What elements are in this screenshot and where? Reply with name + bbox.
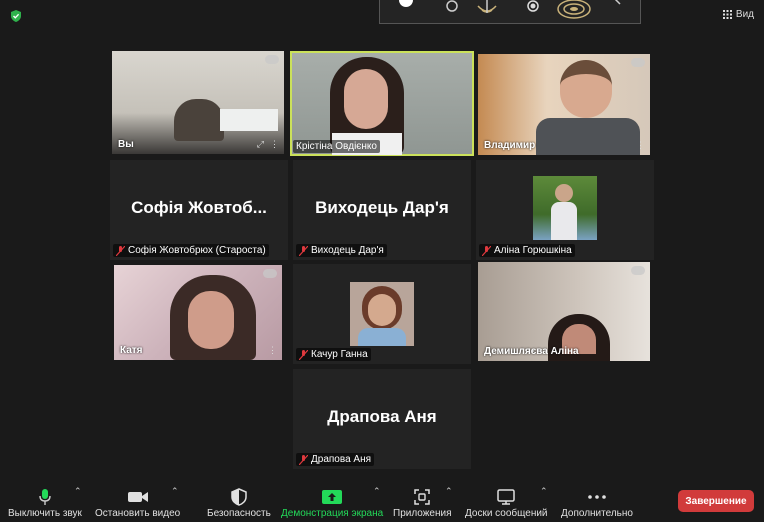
participant-name: Виходець Дар'я	[296, 244, 387, 257]
self-video-window	[220, 109, 278, 131]
participant-tile-katya[interactable]: Катя ⋮	[114, 265, 282, 360]
view-label: Вид	[735, 8, 754, 20]
security-shield-icon	[231, 488, 247, 506]
participant-name: Крістіна Овдієнко	[293, 140, 380, 153]
mic-muted-icon	[299, 245, 308, 256]
participant-tile-vyhodets[interactable]: Виходець Дар'я Виходець Дар'я	[293, 160, 471, 260]
participant-tile-drapova[interactable]: Драпова Аня Драпова Аня	[293, 369, 471, 469]
video-options-caret-icon[interactable]: ⌃	[171, 486, 179, 497]
more-dots-icon	[588, 495, 606, 499]
pin-icon[interactable]	[631, 266, 645, 275]
mic-muted-icon	[299, 349, 308, 360]
annotation-toolbar	[379, 0, 641, 24]
end-meeting-button[interactable]: Завершение	[678, 490, 754, 512]
encryption-shield-icon[interactable]	[9, 9, 23, 23]
self-video-person	[174, 99, 224, 141]
mic-muted-icon	[482, 245, 491, 256]
volodymyr-video-shirt	[536, 118, 640, 155]
whiteboard-label: Доски сообщений	[465, 508, 548, 519]
participant-name: Качур Ганна	[296, 348, 371, 361]
participant-tile-kachur[interactable]: Качур Ганна	[293, 264, 471, 364]
katya-video-face	[188, 291, 234, 349]
more-options-icon[interactable]: ⋮	[636, 140, 645, 151]
audio-options-caret-icon[interactable]: ⌃	[74, 486, 82, 497]
mute-button[interactable]: Выключить звук	[8, 486, 82, 519]
participant-name: Вы	[118, 139, 134, 150]
meeting-window: Вид Вы ⤢ ⋮ Крістіна Овдієнко Владимир ⋮ …	[0, 0, 764, 522]
pin-icon[interactable]	[631, 58, 645, 67]
stop-video-button[interactable]: Остановить видео	[95, 486, 180, 519]
share-screen-button[interactable]: Демонстрация экрана	[281, 486, 383, 519]
kristina-video-face	[344, 69, 388, 129]
whiteboard-icon	[497, 489, 516, 505]
participant-tile-volodymyr[interactable]: Владимир ⋮	[478, 54, 650, 155]
participant-tile-sofia[interactable]: Софія Жовтоб... Софія Жовтобрюх (Старост…	[110, 160, 288, 260]
alina-g-avatar	[533, 176, 597, 240]
video-camera-icon	[127, 492, 148, 502]
share-options-caret-icon[interactable]: ⌃	[373, 486, 381, 497]
participant-display-name: Виходець Дар'я	[315, 198, 449, 217]
mic-muted-icon	[299, 454, 308, 465]
signal-icon[interactable]	[474, 0, 500, 20]
kachur-avatar	[350, 282, 414, 346]
video-label: Остановить видео	[95, 508, 181, 519]
record-icon[interactable]	[525, 0, 541, 14]
spotlight-icon[interactable]	[444, 0, 460, 14]
view-toggle-button[interactable]: Вид	[722, 6, 754, 22]
meeting-toolbar: Выключить звук ⌃ Остановить видео ⌃ Безо…	[0, 478, 764, 522]
share-screen-icon	[322, 490, 343, 504]
participant-display-name: Драпова Аня	[327, 407, 437, 426]
security-button[interactable]: Безопасность	[207, 486, 271, 519]
more-options-icon[interactable]: ⋮	[268, 345, 277, 356]
share-label: Демонстрация экрана	[281, 508, 384, 519]
more-options-icon[interactable]: ⋮	[270, 139, 279, 150]
apps-options-caret-icon[interactable]: ⌃	[445, 486, 453, 497]
whiteboard-options-caret-icon[interactable]: ⌃	[540, 486, 548, 497]
apps-label: Приложения	[393, 508, 452, 519]
participant-name: Аліна Горюшкіна	[479, 244, 575, 257]
more-button[interactable]: Дополнительно	[561, 486, 633, 519]
pin-icon[interactable]	[265, 55, 279, 64]
microphone-icon	[39, 489, 51, 505]
whiteboard-button[interactable]: Доски сообщений	[465, 486, 548, 519]
security-label: Безопасность	[207, 508, 271, 519]
grid-view-icon	[722, 9, 732, 19]
annotate-pen-icon[interactable]	[394, 0, 418, 8]
participant-name: Драпова Аня	[296, 453, 375, 466]
participant-name: Владимир	[484, 140, 536, 151]
apps-icon	[414, 489, 430, 505]
participant-tile-self[interactable]: Вы ⤢ ⋮	[112, 51, 284, 154]
participant-display-name: Софія Жовтоб...	[131, 198, 267, 217]
pin-icon[interactable]	[263, 269, 277, 278]
more-label: Дополнительно	[561, 508, 633, 519]
volodymyr-video-head	[560, 60, 612, 118]
mute-label: Выключить звук	[8, 508, 82, 519]
target-icon[interactable]	[556, 0, 592, 20]
apps-button[interactable]: Приложения	[393, 486, 452, 519]
participant-tile-demyshl[interactable]: Демишляєва Аліна	[478, 262, 650, 361]
participant-name: Катя	[120, 345, 143, 356]
mic-muted-icon	[116, 245, 125, 256]
participant-name: Софія Жовтобрюх (Староста)	[113, 244, 269, 257]
expand-icon[interactable]: ⤢	[257, 139, 264, 150]
participant-name: Демишляєва Аліна	[484, 346, 579, 357]
participant-tile-kristina[interactable]: Крістіна Овдієнко	[290, 51, 474, 156]
participant-tile-alina-g[interactable]: Аліна Горюшкіна	[476, 160, 654, 260]
search-icon[interactable]	[612, 0, 624, 8]
